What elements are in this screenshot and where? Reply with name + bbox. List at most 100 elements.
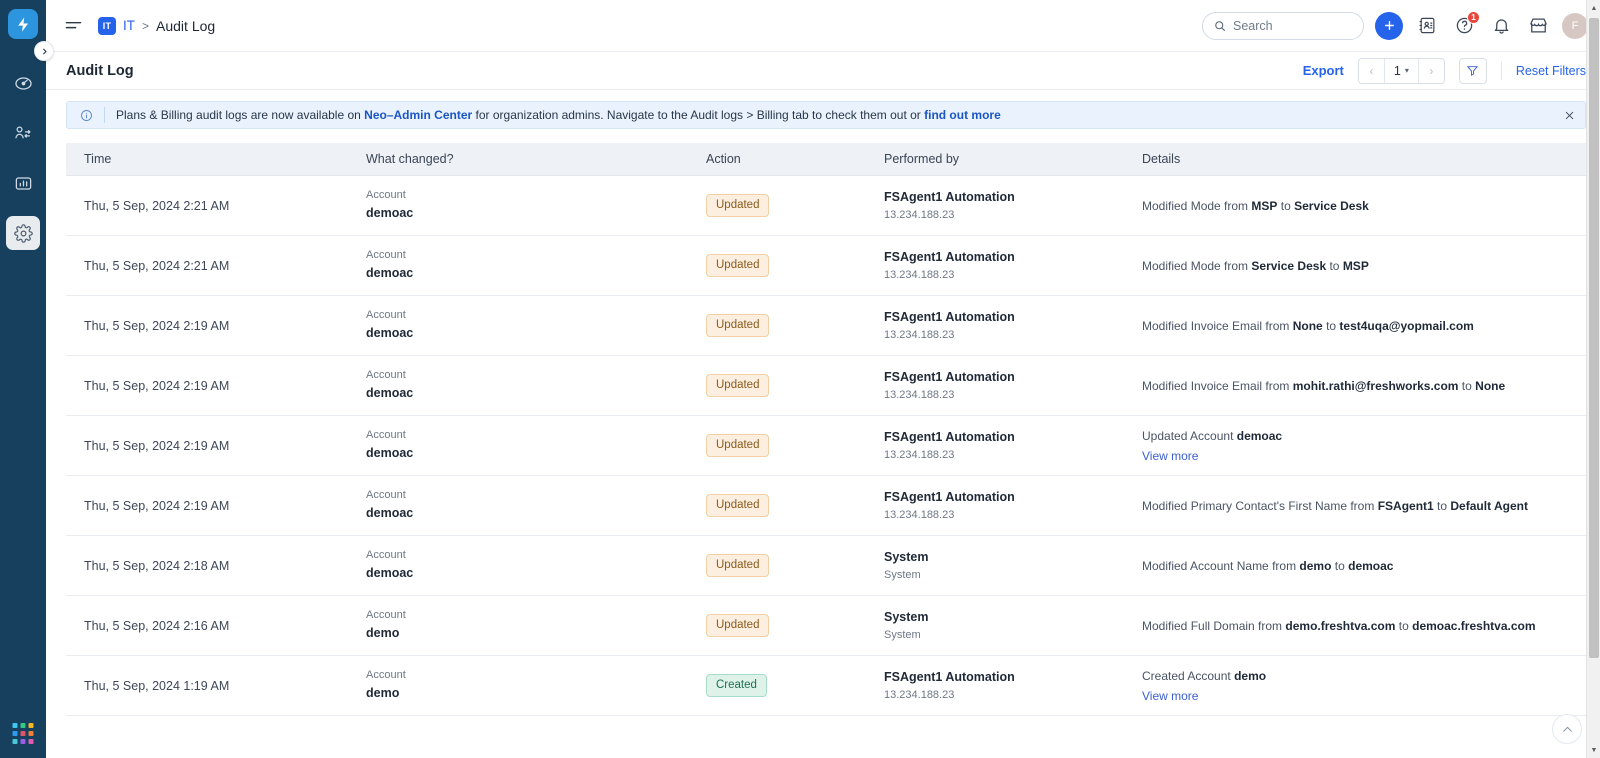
- cell-time: Thu, 5 Sep, 2024 1:19 AM: [66, 655, 366, 716]
- sidebar-item-dashboard[interactable]: [6, 66, 40, 100]
- details-new-value: MSP: [1342, 258, 1369, 273]
- avatar[interactable]: F: [1562, 12, 1588, 39]
- details-prefix: Modified Invoice Email from: [1142, 378, 1293, 393]
- changed-entity-name: demoac: [366, 566, 414, 581]
- details-text: Modified Full Domain from demo.freshtva.…: [1142, 617, 1586, 635]
- table-row[interactable]: Thu, 5 Sep, 2024 2:19 AM Account demoac Upd…: [66, 355, 1586, 416]
- performed-by-ip: 13.234.188.23: [884, 508, 955, 521]
- reset-filters-button[interactable]: Reset Filters: [1516, 64, 1586, 78]
- page-scrollbar[interactable]: ▲ ▼: [1586, 0, 1600, 758]
- sidebar-item-admin-settings[interactable]: [6, 216, 40, 250]
- chevron-down-icon: ▾: [1404, 66, 1409, 75]
- details-old-value: demoac: [1236, 428, 1283, 443]
- banner-text-2: for organization admins. Navigate to the…: [472, 108, 925, 122]
- table-row[interactable]: Thu, 5 Sep, 2024 2:18 AM Account demoac Upd…: [66, 535, 1586, 596]
- cell-what-changed: Account demo: [366, 595, 706, 656]
- help-badge: 1: [1467, 10, 1480, 24]
- table-row[interactable]: Thu, 5 Sep, 2024 2:19 AM Account demoac Upd…: [66, 415, 1586, 476]
- details-new-value: demoac: [1348, 558, 1394, 573]
- marketplace-button[interactable]: [1525, 13, 1551, 39]
- menu-toggle-button[interactable]: [62, 15, 84, 37]
- status-badge: Updated: [706, 254, 770, 277]
- changed-entity-name: demoac: [366, 326, 414, 341]
- notifications-button[interactable]: [1488, 13, 1514, 39]
- banner-close-button[interactable]: [1564, 110, 1575, 121]
- table-row[interactable]: Thu, 5 Sep, 2024 2:19 AM Account demoac Upd…: [66, 295, 1586, 356]
- table-row[interactable]: Thu, 5 Sep, 2024 2:19 AM Account demoac Upd…: [66, 475, 1586, 536]
- cell-performed-by: FSAgent1 Automation 13.234.188.23: [884, 355, 1142, 416]
- cell-details: Modified Full Domain from demo.freshtva.…: [1142, 595, 1586, 656]
- details-new-value: None: [1475, 378, 1506, 393]
- table-row[interactable]: Thu, 5 Sep, 2024 2:21 AM Account demoac Upd…: [66, 235, 1586, 296]
- details-prefix: Modified Mode from: [1142, 198, 1252, 213]
- banner-text: Plans & Billing audit logs are now avail…: [116, 109, 1001, 121]
- add-new-button[interactable]: [1375, 11, 1403, 40]
- app-switcher-icon[interactable]: [12, 723, 34, 744]
- chevron-right-icon: [42, 47, 47, 55]
- filter-button[interactable]: [1458, 57, 1487, 84]
- details-new-value: test4uqa@yopmail.com: [1339, 318, 1474, 333]
- details-new-value: Default Agent: [1450, 498, 1528, 513]
- column-header-what-changed: What changed?: [366, 143, 706, 176]
- column-header-details: Details: [1142, 143, 1586, 176]
- pagination-next-button[interactable]: ›: [1418, 58, 1444, 83]
- breadcrumb-link-it[interactable]: IT: [123, 18, 135, 33]
- table-row[interactable]: Thu, 5 Sep, 2024 1:19 AM Account demo Creat…: [66, 655, 1586, 716]
- changed-entity-type: Account: [366, 309, 406, 322]
- scrollbar-up-arrow[interactable]: ▲: [1587, 0, 1600, 16]
- details-old-value: mohit.rathi@freshworks.com: [1292, 378, 1459, 393]
- search-icon: [1215, 20, 1226, 31]
- table-row[interactable]: Thu, 5 Sep, 2024 2:21 AM Account demoac Upd…: [66, 175, 1586, 236]
- search-input[interactable]: Search: [1202, 11, 1364, 40]
- changed-entity-type: Account: [366, 249, 406, 262]
- table-row[interactable]: Thu, 5 Sep, 2024 2:16 AM Account demo Updat…: [66, 595, 1586, 656]
- changed-entity-name: demoac: [366, 506, 414, 521]
- scroll-to-top-button[interactable]: [1552, 714, 1582, 744]
- banner-link-neo-admin-center[interactable]: Neo–Admin Center: [364, 108, 472, 122]
- cell-details: Modified Primary Contact's First Name fr…: [1142, 475, 1586, 536]
- details-old-value: demo: [1299, 558, 1332, 573]
- details-old-value: MSP: [1251, 198, 1278, 213]
- sidebar-item-contacts[interactable]: [6, 116, 58, 150]
- details-prefix: Modified Primary Contact's First Name fr…: [1142, 498, 1378, 513]
- details-text: Created Account demo View more: [1142, 667, 1586, 705]
- view-more-link[interactable]: View more: [1142, 687, 1586, 705]
- table-header: Time What changed? Action Performed by D…: [66, 143, 1586, 176]
- changed-entity-type: Account: [366, 549, 406, 562]
- details-connector: to: [1458, 378, 1476, 393]
- details-text: Modified Primary Contact's First Name fr…: [1142, 497, 1586, 515]
- pagination-prev-button[interactable]: ‹: [1358, 58, 1384, 83]
- main-area: IT IT > Audit Log Search 1 F Audit Log E…: [46, 0, 1600, 758]
- scrollbar-down-arrow[interactable]: ▼: [1587, 742, 1600, 758]
- details-old-value: demo: [1234, 668, 1267, 683]
- view-more-link[interactable]: View more: [1142, 447, 1586, 465]
- audit-log-table: Time What changed? Action Performed by D…: [66, 143, 1586, 716]
- people-swap-icon: [14, 126, 31, 138]
- contacts-button[interactable]: [1414, 13, 1440, 39]
- performed-by-name: System: [884, 549, 929, 564]
- changed-entity-type: Account: [366, 189, 406, 202]
- details-prefix: Modified Invoice Email from: [1142, 318, 1293, 333]
- sidebar-item-analytics[interactable]: [6, 166, 40, 200]
- banner-link-find-out-more[interactable]: find out more: [924, 108, 1001, 122]
- page-title: Audit Log: [66, 62, 134, 79]
- cell-time: Thu, 5 Sep, 2024 2:19 AM: [66, 355, 366, 416]
- export-button[interactable]: Export: [1303, 63, 1344, 78]
- help-button[interactable]: 1: [1451, 10, 1480, 39]
- performed-by-name: FSAgent1 Automation: [884, 189, 1015, 204]
- cell-what-changed: Account demo: [366, 655, 706, 716]
- details-prefix: Updated Account: [1142, 428, 1237, 443]
- content-area: Plans & Billing audit logs are now avail…: [46, 90, 1600, 758]
- cell-what-changed: Account demoac: [366, 415, 706, 476]
- cell-what-changed: Account demoac: [366, 355, 706, 416]
- freshworks-logo[interactable]: [8, 9, 38, 39]
- cell-details: Modified Invoice Email from mohit.rathi@…: [1142, 355, 1586, 416]
- sidebar-expand-button[interactable]: [34, 41, 54, 61]
- divider: [1500, 61, 1502, 80]
- performed-by-ip: 13.234.188.23: [884, 388, 955, 401]
- scrollbar-thumb[interactable]: [1589, 18, 1599, 658]
- cell-what-changed: Account demoac: [366, 535, 706, 596]
- details-new-value: Service Desk: [1294, 198, 1369, 213]
- pagination-page-select[interactable]: 1 ▾: [1383, 58, 1419, 83]
- performed-by-name: FSAgent1 Automation: [884, 669, 1015, 684]
